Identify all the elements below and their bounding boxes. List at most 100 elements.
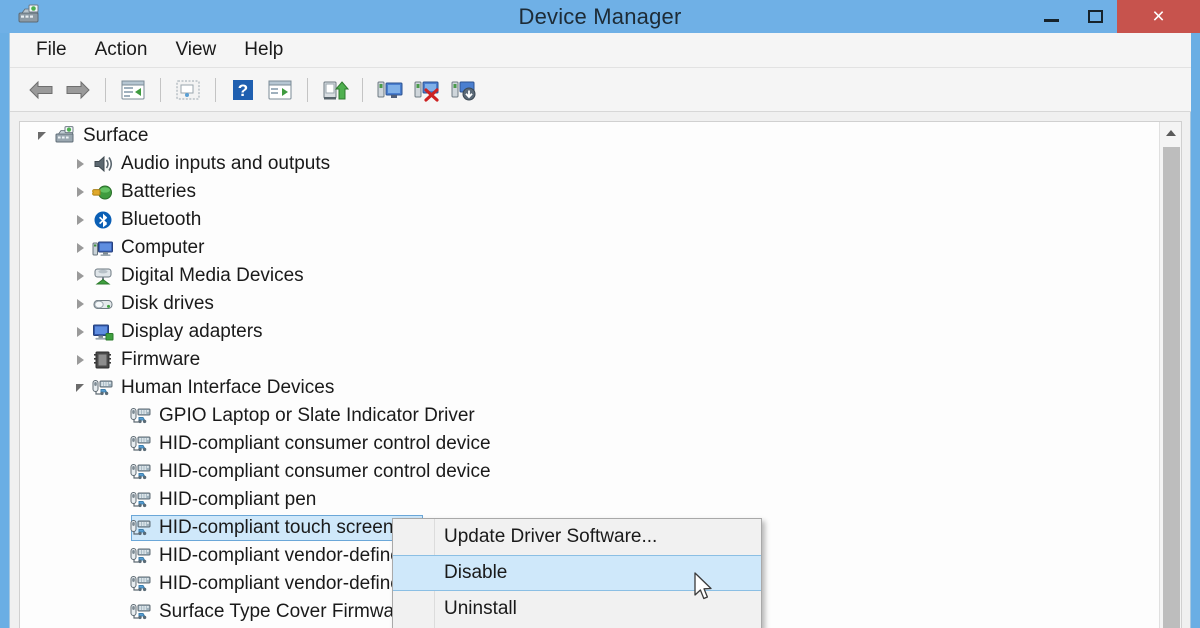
svg-text:?: ? (238, 81, 248, 100)
tree-row-label: HID-compliant pen (159, 489, 317, 510)
expand-triangle-closed-icon[interactable] (72, 184, 88, 200)
minimize-button[interactable] (1029, 0, 1073, 33)
tree-row-label: HID-compliant consumer control device (159, 461, 491, 482)
tree-row-label: Audio inputs and outputs (121, 153, 331, 174)
speaker-icon (92, 154, 114, 174)
firmware-icon (92, 350, 114, 370)
tree-row[interactable]: Batteries (20, 178, 1181, 206)
menu-bar: File Action View Help (10, 33, 1191, 68)
tree-row-label: Batteries (121, 181, 196, 202)
computer-icon (92, 238, 114, 258)
context-menu-item-uninstall[interactable]: Uninstall (393, 591, 761, 627)
digital-media-icon (92, 266, 114, 286)
tree-row-label: HID-compliant touch screen (159, 517, 394, 538)
tree-row[interactable]: Surface (20, 122, 1181, 150)
maximize-button[interactable] (1073, 0, 1117, 33)
expand-triangle-closed-icon[interactable] (72, 212, 88, 228)
close-icon: × (1152, 5, 1165, 28)
hid-icon (130, 518, 152, 538)
scroll-up-arrow-icon (1166, 130, 1176, 136)
maximize-icon (1087, 10, 1103, 23)
tree-row[interactable]: HID-compliant consumer control device (20, 430, 1181, 458)
expand-triangle-closed-icon[interactable] (72, 156, 88, 172)
hid-icon (130, 546, 152, 566)
minimize-icon (1043, 19, 1059, 22)
expand-triangle-closed-icon[interactable] (72, 268, 88, 284)
hid-icon (130, 602, 152, 622)
expand-triangle-open-icon[interactable] (72, 380, 88, 396)
toolbar-separator (362, 77, 363, 102)
hid-icon (130, 406, 152, 426)
tree-row[interactable]: Computer (20, 234, 1181, 262)
toolbar: ? (10, 68, 1191, 112)
back-icon[interactable] (24, 74, 58, 106)
window-title: Device Manager (518, 4, 682, 29)
tree-row-label: Computer (121, 237, 205, 258)
tree-row[interactable]: Human Interface Devices (20, 374, 1181, 402)
help-icon[interactable]: ? (226, 74, 260, 106)
toolbar-separator (105, 77, 106, 102)
hid-icon (130, 574, 152, 594)
uninstall-device-icon[interactable] (447, 74, 481, 106)
toolbar-separator (160, 77, 161, 102)
tree-row-label: GPIO Laptop or Slate Indicator Driver (159, 405, 475, 426)
tree-row[interactable]: HID-compliant consumer control device (20, 458, 1181, 486)
scrollbar-thumb[interactable] (1163, 147, 1180, 628)
context-menu[interactable]: Update Driver Software... Disable Uninst… (392, 518, 762, 628)
update-driver-icon[interactable] (318, 74, 352, 106)
expand-triangle-closed-icon[interactable] (72, 240, 88, 256)
forward-icon[interactable] (61, 74, 95, 106)
enable-device-icon[interactable] (373, 74, 407, 106)
tree-row[interactable]: HID-compliant pen (20, 486, 1181, 514)
toolbar-separator (215, 77, 216, 102)
tree-row[interactable]: Bluetooth (20, 206, 1181, 234)
context-menu-item-disable[interactable]: Disable (393, 555, 761, 591)
tree-row[interactable]: Digital Media Devices (20, 262, 1181, 290)
disk-drive-icon (92, 294, 114, 314)
hid-icon (130, 462, 152, 482)
properties-icon[interactable] (116, 74, 150, 106)
toolbar-separator (307, 77, 308, 102)
computer-root-icon (54, 126, 76, 146)
hid-icon (92, 378, 114, 398)
expand-triangle-closed-icon[interactable] (72, 296, 88, 312)
scan-hardware-changes-icon[interactable] (263, 74, 297, 106)
tree-row-label: HID-compliant consumer control device (159, 433, 491, 454)
tree-row-label: Digital Media Devices (121, 265, 304, 286)
close-button[interactable]: × (1117, 0, 1200, 33)
hid-icon (130, 434, 152, 454)
tree-row-label: Firmware (121, 349, 201, 370)
tree-row[interactable]: Display adapters (20, 318, 1181, 346)
menu-item-file[interactable]: File (22, 37, 81, 63)
menu-item-action[interactable]: Action (81, 37, 162, 63)
menu-item-help[interactable]: Help (230, 37, 297, 63)
tree-row[interactable]: Disk drives (20, 290, 1181, 318)
tree-row[interactable]: Firmware (20, 346, 1181, 374)
tree-row[interactable]: GPIO Laptop or Slate Indicator Driver (20, 402, 1181, 430)
title-bar: Device Manager × (0, 0, 1200, 33)
battery-icon (92, 182, 114, 202)
tree-row-label: Display adapters (121, 321, 263, 342)
tree-row-label: Bluetooth (121, 209, 202, 230)
menu-item-view[interactable]: View (161, 37, 230, 63)
bluetooth-icon (92, 210, 114, 230)
expand-triangle-open-icon[interactable] (34, 128, 50, 144)
hid-icon (130, 490, 152, 510)
disable-device-icon[interactable] (410, 74, 444, 106)
tree-row[interactable]: Audio inputs and outputs (20, 150, 1181, 178)
device-manager-window: Device Manager × File Action View Help ?… (0, 0, 1200, 628)
expand-triangle-closed-icon[interactable] (72, 324, 88, 340)
vertical-scrollbar[interactable] (1159, 122, 1181, 628)
scroll-up-arrow[interactable] (1160, 122, 1181, 144)
tree-row-label: Surface (83, 125, 149, 146)
show-hidden-devices-icon[interactable] (171, 74, 205, 106)
tree-row-label: Human Interface Devices (121, 377, 335, 398)
context-menu-item-update-driver[interactable]: Update Driver Software... (393, 519, 761, 555)
expand-triangle-closed-icon[interactable] (72, 352, 88, 368)
display-adapter-icon (92, 322, 114, 342)
